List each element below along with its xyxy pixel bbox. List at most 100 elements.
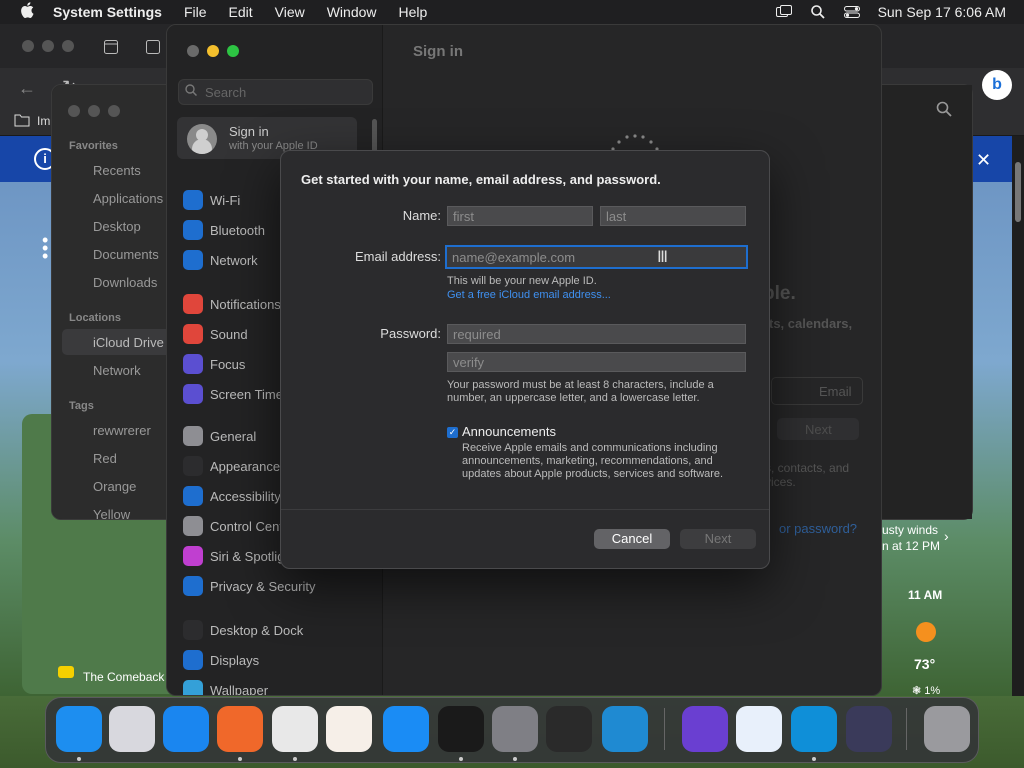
menu-app-name[interactable]: System Settings — [53, 4, 162, 20]
tab-icon[interactable] — [146, 40, 160, 54]
apple-menu-icon[interactable] — [18, 1, 36, 23]
menu-file[interactable]: File — [184, 4, 207, 20]
recorder-icon[interactable] — [326, 706, 372, 752]
scrollbar-thumb[interactable] — [1015, 162, 1021, 222]
browser-scrollbar[interactable] — [1012, 136, 1024, 696]
bell-icon — [183, 294, 203, 314]
sidebar-item-appearance[interactable]: Appearance — [183, 455, 280, 477]
more-options-icon[interactable]: • • • — [42, 231, 48, 265]
icloud-email-link[interactable]: Get a free iCloud email address... — [447, 289, 611, 301]
sidebar-item-accessibility[interactable]: Accessibility — [183, 485, 281, 507]
menu-edit[interactable]: Edit — [229, 4, 253, 20]
finder-item-desktop[interactable]: Desktop — [93, 219, 141, 234]
finder-section-favorites: Favorites — [69, 140, 118, 152]
bg-forgot-link: or password? — [779, 521, 858, 536]
weather-widget[interactable]: usty winds n at 12 PM › 11 AM 73° ❃ 1% — [878, 516, 974, 697]
verify-password-field[interactable] — [447, 352, 746, 372]
sidebar-item-label: Focus — [210, 356, 246, 372]
edge-icon[interactable] — [791, 706, 837, 752]
back-icon[interactable]: ← — [18, 78, 36, 99]
finder-tag-rewwrerer[interactable]: rewwrerer — [93, 423, 151, 438]
announcements-checkbox[interactable]: ✓ — [447, 427, 458, 438]
control-center-menu-icon[interactable] — [843, 5, 860, 19]
email-field[interactable] — [445, 245, 748, 269]
finder-tag-red[interactable]: Red — [93, 451, 117, 466]
sidebar-item-wi-fi[interactable]: Wi-Fi — [183, 189, 240, 211]
settings-search-input[interactable]: Search — [178, 79, 373, 105]
spotlight-search-icon[interactable] — [810, 5, 826, 19]
sidebar-item-general[interactable]: General — [183, 425, 256, 447]
sidebar-toggle-icon[interactable] — [104, 40, 118, 54]
announcements-label[interactable]: Announcements — [462, 424, 556, 439]
firefox-icon[interactable] — [217, 706, 263, 752]
sidebar-item-bluetooth[interactable]: Bluetooth — [183, 219, 265, 241]
finder-tag-orange[interactable]: Orange — [93, 479, 136, 494]
cancel-button[interactable]: Cancel — [594, 529, 670, 549]
sidebar-item-network[interactable]: Network — [183, 249, 258, 271]
configurator-icon[interactable] — [682, 706, 728, 752]
trash-icon[interactable] — [924, 706, 970, 752]
bookmark-item[interactable]: Im — [37, 114, 50, 128]
launchpad-icon[interactable] — [109, 706, 155, 752]
finder-icon[interactable] — [56, 706, 102, 752]
signin-title: Sign in — [229, 124, 269, 139]
sidebar-item-desktop-dock[interactable]: Desktop & Dock — [183, 619, 303, 641]
chevron-right-icon[interactable]: › — [944, 528, 949, 544]
close-icon[interactable]: ✕ — [976, 150, 991, 171]
menu-window[interactable]: Window — [327, 4, 377, 20]
announcements-desc-3: updates about Apple products, services a… — [462, 468, 724, 480]
sidebar-item-control-center[interactable]: Control Center — [183, 515, 295, 537]
sidebar-item-notifications[interactable]: Notifications — [183, 293, 281, 315]
last-name-field[interactable] — [600, 206, 746, 226]
text-cursor-icon: Ⅲ — [657, 249, 669, 266]
first-name-field[interactable] — [447, 206, 593, 226]
vscode-icon[interactable] — [602, 706, 648, 752]
guitar-icon[interactable] — [546, 706, 592, 752]
news-headline[interactable]: The Comeback — [83, 670, 164, 684]
next-button[interactable]: Next — [680, 529, 756, 549]
zoom-window-icon[interactable] — [227, 45, 239, 57]
moon-icon — [183, 354, 203, 374]
menu-clock[interactable]: Sun Sep 17 6:06 AM — [878, 4, 1006, 20]
sidebar-item-displays[interactable]: Displays — [183, 649, 259, 671]
screen-mirroring-icon[interactable] — [775, 5, 792, 19]
sidebar-item-wallpaper[interactable]: Wallpaper — [183, 679, 268, 695]
sidebar-item-privacy-security[interactable]: Privacy & Security — [183, 575, 315, 597]
sidebar-item-siri-spotlight[interactable]: Siri & Spotlight — [183, 545, 295, 567]
hand-icon — [183, 576, 203, 596]
menu-help[interactable]: Help — [399, 4, 428, 20]
running-indicator — [812, 757, 816, 761]
finder-item-documents[interactable]: Documents — [93, 247, 159, 262]
dock-separator — [906, 708, 907, 750]
settings-window-controls[interactable] — [187, 45, 247, 60]
finder-item-applications[interactable]: Applications — [93, 191, 163, 206]
password-field[interactable] — [447, 324, 746, 344]
sidebar-item-label: Appearance — [210, 458, 281, 474]
dialog-heading: Get started with your name, email addres… — [301, 172, 661, 187]
finder-window-controls[interactable] — [68, 105, 128, 120]
bing-icon[interactable]: b — [982, 70, 1012, 100]
finder-search-icon[interactable] — [936, 101, 952, 122]
chrome-icon[interactable] — [272, 706, 318, 752]
browser-window-controls[interactable] — [22, 40, 82, 55]
finder-item-icloud-drive[interactable]: iCloud Drive — [93, 335, 164, 350]
finder-sidebar: Favorites Recents Applications Desktop D… — [52, 85, 174, 522]
finder-item-network[interactable]: Network — [93, 363, 141, 378]
app-store-icon[interactable] — [383, 706, 429, 752]
menu-view[interactable]: View — [275, 4, 305, 20]
close-window-icon[interactable] — [187, 45, 199, 57]
finder-item-recents[interactable]: Recents — [93, 163, 141, 178]
instruments-icon[interactable] — [736, 706, 782, 752]
finder-item-downloads[interactable]: Downloads — [93, 275, 157, 290]
finder-tag-yellow[interactable]: Yellow — [93, 507, 130, 522]
terminal-icon[interactable] — [438, 706, 484, 752]
sidebar-item-label: Wi-Fi — [210, 192, 241, 208]
folder-icon[interactable] — [14, 113, 30, 130]
sidebar-item-sound[interactable]: Sound — [183, 323, 248, 345]
sidebar-item-screen-time[interactable]: Screen Time — [183, 383, 283, 405]
settings-gear-icon[interactable] — [492, 706, 538, 752]
sidebar-item-focus[interactable]: Focus — [183, 353, 245, 375]
safari-icon[interactable] — [163, 706, 209, 752]
downloads-stack-icon[interactable] — [846, 706, 892, 752]
minimize-window-icon[interactable] — [207, 45, 219, 57]
